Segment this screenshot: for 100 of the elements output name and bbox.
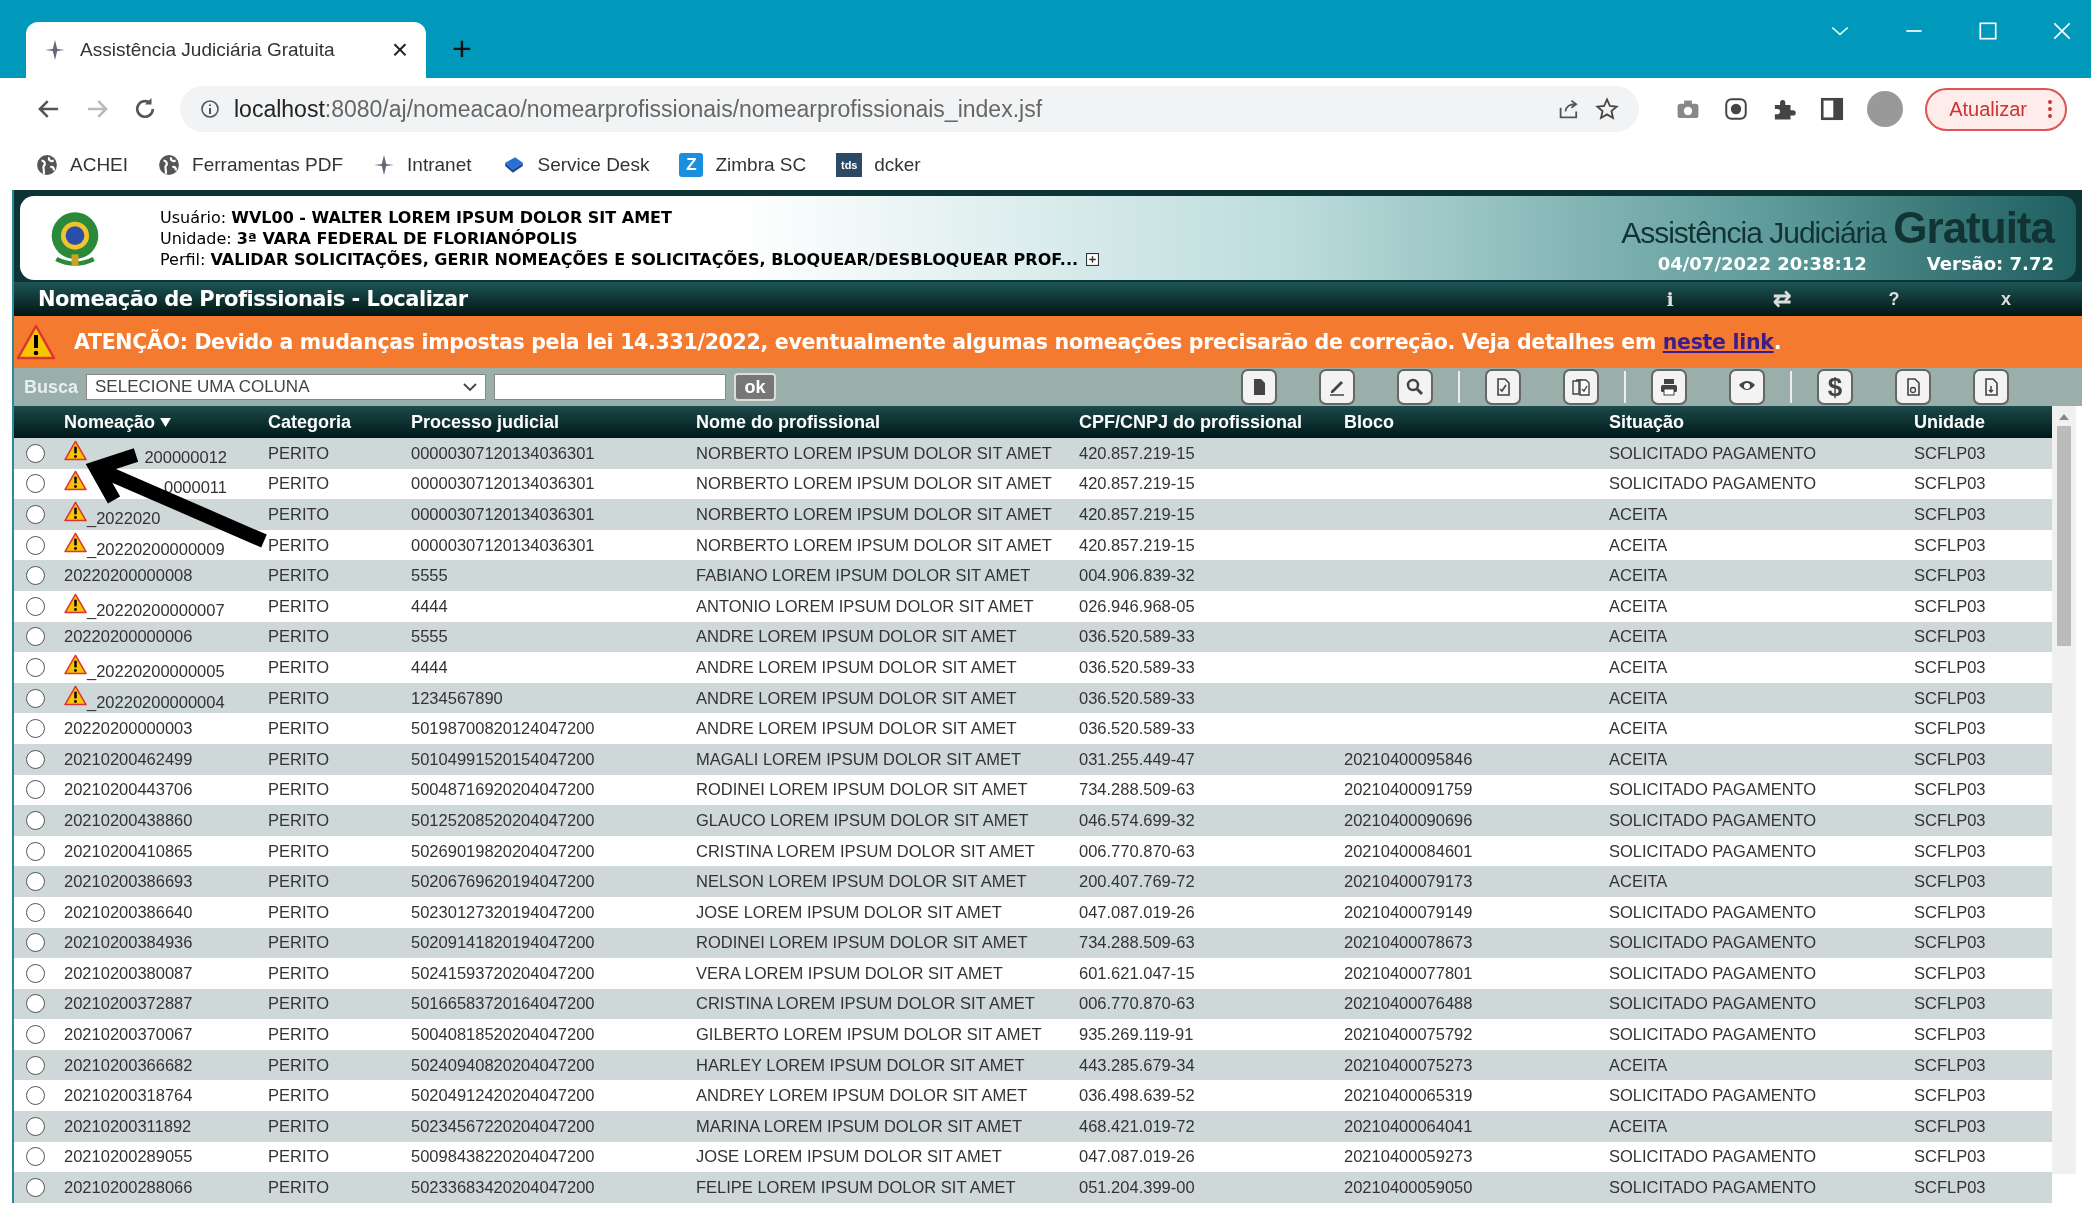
- side-panel-icon[interactable]: [1819, 96, 1846, 122]
- scrollbar-thumb[interactable]: [2057, 426, 2071, 646]
- row-radio[interactable]: [26, 719, 45, 739]
- bookmark-item[interactable]: tds dcker: [836, 153, 921, 177]
- row-radio[interactable]: [26, 1086, 45, 1106]
- row-radio[interactable]: [26, 566, 45, 586]
- search-field[interactable]: [494, 374, 727, 400]
- status-cell: ACEITA: [1609, 719, 1668, 739]
- currency-button[interactable]: $: [1817, 369, 1853, 405]
- row-radio[interactable]: [26, 933, 45, 953]
- column-header[interactable]: Processo judicial: [411, 411, 696, 433]
- doc-check-button[interactable]: [1485, 369, 1521, 405]
- close-icon[interactable]: [2051, 20, 2073, 42]
- row-radio[interactable]: [26, 1055, 45, 1075]
- kebab-menu-icon[interactable]: [2047, 99, 2053, 119]
- professional-name-cell: ANDRE LOREM IPSUM DOLOR SIT AMET: [696, 719, 1017, 739]
- bookmark-item[interactable]: ACHEI: [36, 154, 129, 176]
- bookmark-item[interactable]: Service Desk: [501, 154, 650, 176]
- unit-cell: SCFLP03: [1914, 505, 1986, 524]
- row-radio[interactable]: [26, 535, 45, 555]
- unit-cell: SCFLP03: [1914, 1086, 1986, 1106]
- row-radio[interactable]: [26, 1116, 45, 1136]
- star-icon[interactable]: [1595, 97, 1620, 121]
- bookmark-item[interactable]: Z Zimbra SC: [679, 153, 807, 177]
- block-cell: 20210400079149: [1344, 902, 1473, 922]
- row-radio[interactable]: [26, 749, 45, 769]
- column-header[interactable]: Bloco: [1344, 411, 1609, 433]
- row-radio[interactable]: [26, 1025, 45, 1045]
- record-icon[interactable]: [1723, 96, 1750, 122]
- block-cell: 20210400084601: [1344, 841, 1473, 861]
- expand-icon[interactable]: [1086, 252, 1100, 266]
- row-radio[interactable]: [26, 810, 45, 830]
- print-button[interactable]: [1651, 369, 1687, 405]
- help-button[interactable]: ?: [1838, 288, 1950, 310]
- column-header[interactable]: Nome do profissional: [696, 411, 1079, 433]
- row-radio[interactable]: [26, 1178, 45, 1198]
- bookmark-item[interactable]: Ferramentas PDF: [158, 154, 344, 176]
- unit-cell: SCFLP03: [1914, 749, 1986, 769]
- row-radio[interactable]: [26, 688, 45, 708]
- row-radio[interactable]: [26, 780, 45, 800]
- appointment-cell: _20220200000009: [87, 539, 225, 559]
- professional-name-cell: CRISTINA LOREM IPSUM DOLOR SIT AMET: [696, 841, 1035, 861]
- column-header[interactable]: CPF/CNPJ do profissional: [1079, 411, 1344, 433]
- column-header[interactable]: Categoria: [268, 411, 411, 433]
- scroll-up-icon[interactable]: [2059, 414, 2069, 420]
- appointment-cell: 20210200318764: [64, 1086, 193, 1106]
- profile-avatar[interactable]: [1867, 91, 1904, 127]
- eye-button[interactable]: [1729, 369, 1765, 405]
- row-radio[interactable]: [26, 657, 45, 677]
- app-logo-text: Assistência Judiciária Gratuita: [1621, 202, 2054, 253]
- category-cell: PERITO: [268, 1147, 330, 1167]
- tab-close-button[interactable]: ×: [391, 34, 408, 66]
- address-bar[interactable]: localhost:8080/aj/nomeacao/nomearprofissionais/nomearprofissionais_index.jsf: [180, 86, 1640, 132]
- document-button[interactable]: [1241, 369, 1277, 405]
- case-number-cell: 00000307120134036301: [411, 474, 595, 494]
- update-button[interactable]: Atualizar: [1925, 87, 2067, 131]
- row-radio[interactable]: [26, 505, 45, 524]
- close-button[interactable]: x: [1950, 288, 2062, 310]
- row-radio[interactable]: [26, 596, 45, 616]
- doc-down-button[interactable]: [1973, 369, 2009, 405]
- browser-tab[interactable]: Assistência Judiciária Gratuita ×: [26, 22, 426, 78]
- search-button[interactable]: [1397, 369, 1433, 405]
- column-header[interactable]: Situação: [1609, 411, 1914, 433]
- globe-icon: [36, 154, 58, 176]
- row-radio[interactable]: [26, 443, 45, 463]
- row-radio[interactable]: [26, 1147, 45, 1167]
- ok-button[interactable]: ok: [734, 373, 777, 401]
- maximize-icon[interactable]: [1977, 20, 1999, 42]
- appointment-cell: 20210200372887: [64, 994, 193, 1014]
- row-radio[interactable]: [26, 963, 45, 983]
- row-radio[interactable]: [26, 627, 45, 647]
- unit-cell: SCFLP03: [1914, 474, 1986, 494]
- appointment-cell-text: 0000011: [163, 478, 227, 498]
- column-header[interactable]: Nomeação: [64, 411, 268, 433]
- column-select[interactable]: SELECIONE UMA COLUNA: [86, 374, 487, 400]
- row-radio[interactable]: [26, 872, 45, 892]
- row-radio[interactable]: [26, 841, 45, 861]
- swap-button[interactable]: ⇄: [1726, 286, 1838, 312]
- row-radio[interactable]: [26, 994, 45, 1014]
- professional-name-cell: FABIANO LOREM IPSUM DOLOR SIT AMET: [696, 566, 1031, 586]
- info-button[interactable]: i: [1614, 288, 1726, 310]
- category-cell: PERITO: [268, 1116, 330, 1136]
- edit-button[interactable]: [1319, 369, 1355, 405]
- scrollbar[interactable]: [2052, 406, 2076, 1174]
- docs-check-button[interactable]: [1563, 369, 1599, 405]
- block-cell: 20210400076488: [1344, 994, 1473, 1014]
- block-cell: 20210400075273: [1344, 1055, 1473, 1075]
- category-cell: PERITO: [268, 1178, 330, 1198]
- bookmark-item[interactable]: Intranet: [373, 154, 472, 176]
- new-tab-button[interactable]: +: [452, 29, 472, 68]
- tax-id-cell: 935.269.119-91: [1079, 1025, 1194, 1045]
- row-radio[interactable]: [26, 902, 45, 922]
- block-cell: 20210400059273: [1344, 1147, 1473, 1167]
- unit-cell: SCFLP03: [1914, 688, 1986, 708]
- row-radio[interactable]: [26, 474, 45, 494]
- details-link[interactable]: neste link: [1662, 330, 1774, 354]
- appointment-cell: 20210200366682: [64, 1055, 193, 1075]
- doc-seal-button[interactable]: [1895, 369, 1931, 405]
- column-header[interactable]: Unidade: [1914, 411, 2052, 433]
- unit-cell: SCFLP03: [1914, 902, 1986, 922]
